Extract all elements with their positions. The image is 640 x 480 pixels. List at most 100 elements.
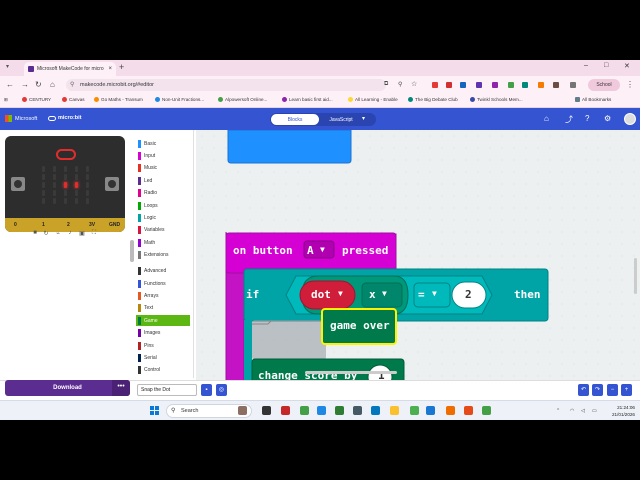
chrome-icon[interactable] bbox=[410, 406, 419, 415]
zoom-in-icon[interactable]: + bbox=[621, 384, 632, 396]
bookmark-item[interactable]: Canvas bbox=[62, 97, 85, 102]
outlook-icon[interactable] bbox=[317, 406, 326, 415]
app-b-icon[interactable] bbox=[281, 406, 290, 415]
operator-dropdown-icon[interactable]: ▼ bbox=[432, 289, 437, 298]
task-view-icon[interactable] bbox=[262, 406, 271, 415]
touch-logo[interactable] bbox=[56, 149, 76, 160]
tab-search-icon[interactable]: ▾ bbox=[6, 63, 9, 70]
toolbox-category-music[interactable]: Music bbox=[138, 163, 157, 174]
mute-icon[interactable]: ♪ bbox=[66, 230, 74, 238]
toolbox-category-control[interactable]: Control bbox=[138, 365, 160, 376]
widgets-icon[interactable] bbox=[238, 406, 247, 415]
apps-grid-icon[interactable]: ⊞ bbox=[4, 97, 8, 103]
toolbox-category-functions[interactable]: Functions bbox=[138, 278, 166, 289]
blocks-mode-button[interactable]: Blocks bbox=[271, 114, 319, 125]
save-disk-icon[interactable]: ▪ bbox=[201, 384, 212, 396]
fullscreen-icon[interactable]: ⛶ bbox=[90, 230, 98, 238]
button-b[interactable] bbox=[105, 177, 119, 191]
pin-label[interactable]: 0 bbox=[14, 222, 17, 228]
system-clock[interactable]: 21:24:06 21/01/2026 bbox=[612, 404, 635, 418]
extension-shield-icon[interactable] bbox=[492, 82, 498, 88]
bookmark-item[interactable]: CENTURY bbox=[22, 97, 51, 102]
browser-tab[interactable]: Microsoft MakeCode for micro × bbox=[24, 62, 116, 76]
bookmark-item[interactable]: Alpowersoft Online... bbox=[218, 97, 267, 102]
home-icon[interactable]: ⌂ bbox=[50, 80, 55, 89]
toolbox-category-math[interactable]: Math bbox=[138, 237, 155, 248]
help-icon[interactable]: ? bbox=[585, 114, 589, 123]
toolbox-category-led[interactable]: Led bbox=[138, 175, 152, 186]
reload-icon[interactable]: ↻ bbox=[35, 80, 42, 89]
toolbox-category-logic[interactable]: Logic bbox=[138, 212, 156, 223]
site-info-icon[interactable]: ⚲ bbox=[70, 81, 74, 88]
game-over-label[interactable]: game over bbox=[330, 319, 390, 332]
operator-label[interactable]: = bbox=[418, 288, 425, 301]
bookmark-item[interactable]: Go Maths - Transum bbox=[94, 97, 143, 102]
microbit-logo[interactable]: micro:bit bbox=[48, 115, 82, 121]
microbit-simulator[interactable]: 0 1 2 3V GND bbox=[5, 136, 125, 232]
battery-icon[interactable]: ▭ bbox=[592, 408, 597, 414]
bookmark-item[interactable]: All Learning - Enable bbox=[348, 97, 398, 102]
forward-icon[interactable]: → bbox=[21, 80, 29, 89]
event-button-value[interactable]: A bbox=[307, 244, 314, 257]
toolbox-category-serial[interactable]: Serial bbox=[138, 352, 157, 363]
settings-gear-icon[interactable]: ⚙ bbox=[604, 114, 611, 123]
extension-pen-icon[interactable] bbox=[446, 82, 452, 88]
toolbox-category-extensions[interactable]: Extensions bbox=[138, 250, 168, 261]
download-more-button[interactable]: ••• bbox=[112, 380, 130, 396]
toolbox-category-variables[interactable]: Variables bbox=[138, 225, 164, 236]
project-name-input[interactable]: Snap the Dot bbox=[137, 384, 197, 396]
javascript-mode-button[interactable]: JavaScript bbox=[320, 114, 362, 125]
extension-green-icon[interactable] bbox=[508, 82, 514, 88]
zoom-out-icon[interactable]: − bbox=[607, 384, 618, 396]
minimize-icon[interactable]: – bbox=[584, 62, 588, 69]
pin-label[interactable]: 2 bbox=[67, 222, 70, 228]
maximize-icon[interactable]: □ bbox=[604, 62, 608, 69]
paint-icon[interactable] bbox=[446, 406, 455, 415]
close-window-icon[interactable]: ✕ bbox=[624, 62, 630, 70]
powerpoint-icon[interactable] bbox=[464, 406, 473, 415]
workspace-vertical-scrollbar[interactable] bbox=[634, 258, 637, 294]
sprite-dropdown-icon[interactable]: ▼ bbox=[338, 289, 343, 298]
compare-value[interactable]: 2 bbox=[465, 288, 472, 301]
install-app-icon[interactable]: ⧉ bbox=[384, 81, 388, 88]
chrome-active-icon[interactable] bbox=[482, 406, 491, 415]
teams-icon[interactable] bbox=[353, 406, 362, 415]
toolbox-category-arrays[interactable]: Arrays bbox=[138, 290, 158, 301]
undo-icon[interactable]: ↶ bbox=[578, 384, 589, 396]
tray-chevron-icon[interactable]: ⌃ bbox=[556, 408, 560, 414]
axis-label[interactable]: x bbox=[369, 288, 376, 301]
sprite-var-label[interactable]: dot bbox=[311, 288, 331, 301]
pin-label[interactable]: 1 bbox=[42, 222, 45, 228]
extension-k-icon[interactable] bbox=[476, 82, 482, 88]
whatsapp-icon[interactable] bbox=[300, 406, 309, 415]
bookmark-item[interactable]: Non-Unit Fractions... bbox=[155, 97, 204, 102]
extension-flag-icon[interactable] bbox=[432, 82, 438, 88]
tab-close-icon[interactable]: × bbox=[108, 66, 112, 72]
toolbox-category-basic[interactable]: Basic bbox=[138, 138, 156, 149]
search-lens-icon[interactable]: ⚲ bbox=[398, 81, 402, 88]
stop-icon[interactable]: ■ bbox=[31, 230, 39, 238]
screenshot-icon[interactable]: ▣ bbox=[78, 230, 86, 238]
extension-blue-icon[interactable] bbox=[460, 82, 466, 88]
event-dropdown-icon[interactable]: ▼ bbox=[320, 245, 325, 254]
redo-icon[interactable]: ↷ bbox=[592, 384, 603, 396]
extensions-puzzle-icon[interactable] bbox=[553, 82, 559, 88]
profile-chip[interactable]: School bbox=[588, 79, 620, 91]
browser-menu-icon[interactable]: ⋮ bbox=[626, 80, 634, 89]
onedrive-icon[interactable] bbox=[426, 406, 435, 415]
toolbox-category-text[interactable]: Text bbox=[138, 303, 153, 314]
all-bookmarks[interactable]: All Bookmarks bbox=[575, 97, 611, 102]
volume-icon[interactable]: ◁ bbox=[581, 408, 585, 414]
excel-icon[interactable] bbox=[335, 406, 344, 415]
share-icon[interactable]: ⤴ bbox=[565, 114, 573, 125]
button-a[interactable] bbox=[11, 177, 25, 191]
windows-start-icon[interactable] bbox=[150, 406, 160, 416]
home-icon[interactable]: ⌂ bbox=[544, 114, 549, 123]
workspace-horizontal-scrollbar[interactable] bbox=[305, 371, 397, 374]
bookmark-star-icon[interactable]: ☆ bbox=[411, 80, 417, 88]
wifi-icon[interactable]: ◠ bbox=[570, 408, 574, 414]
extension-orange-icon[interactable] bbox=[538, 82, 544, 88]
side-panel-icon[interactable] bbox=[570, 82, 576, 88]
bookmark-item[interactable]: Twinkl Schools Mem... bbox=[470, 97, 523, 102]
bookmark-item[interactable]: The Big Debate Club bbox=[408, 97, 458, 102]
